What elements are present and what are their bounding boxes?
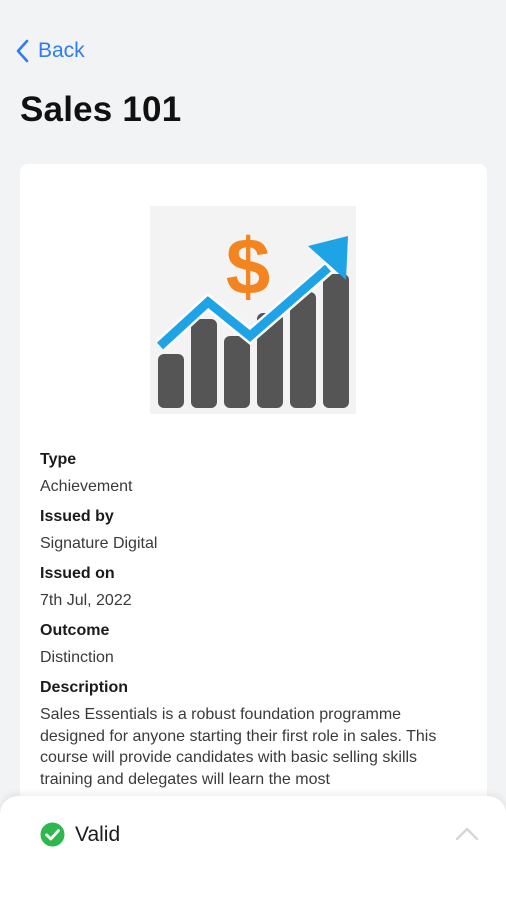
description-field: Description Sales Essentials is a robust… bbox=[40, 678, 470, 790]
chevron-left-icon bbox=[16, 39, 29, 63]
dollar-symbol: $ bbox=[226, 222, 271, 311]
outcome-value: Distinction bbox=[40, 649, 114, 666]
page-title: Sales 101 bbox=[20, 90, 182, 129]
issued-by-field: Issued by Signature Digital bbox=[40, 507, 470, 555]
badge-image: $ bbox=[150, 206, 356, 414]
validity-status: Valid bbox=[40, 822, 120, 847]
outcome-label: Outcome bbox=[40, 622, 110, 639]
issued-on-field: Issued on 7th Jul, 2022 bbox=[40, 564, 470, 612]
description-value: Sales Essentials is a robust foundation … bbox=[40, 706, 437, 788]
type-field: Type Achievement bbox=[40, 450, 470, 498]
issued-on-value: 7th Jul, 2022 bbox=[40, 592, 132, 609]
status-label: Valid bbox=[75, 822, 121, 846]
back-label: Back bbox=[38, 39, 85, 62]
status-bottom-sheet[interactable]: Valid bbox=[0, 796, 506, 900]
credential-card: $ Type Achievement Issued by Signature D… bbox=[20, 164, 487, 900]
credential-details: Type Achievement Issued by Signature Dig… bbox=[40, 450, 470, 799]
issued-by-label: Issued by bbox=[40, 508, 114, 525]
outcome-field: Outcome Distinction bbox=[40, 621, 470, 669]
type-label: Type bbox=[40, 451, 77, 468]
issued-on-label: Issued on bbox=[40, 565, 115, 582]
issued-by-value: Signature Digital bbox=[40, 535, 158, 552]
type-value: Achievement bbox=[40, 478, 133, 495]
back-button[interactable]: Back bbox=[14, 38, 85, 64]
check-circle-icon bbox=[40, 822, 65, 847]
description-label: Description bbox=[40, 679, 129, 696]
chevron-up-icon[interactable] bbox=[454, 826, 480, 842]
sales-growth-chart-icon: $ bbox=[150, 206, 356, 414]
